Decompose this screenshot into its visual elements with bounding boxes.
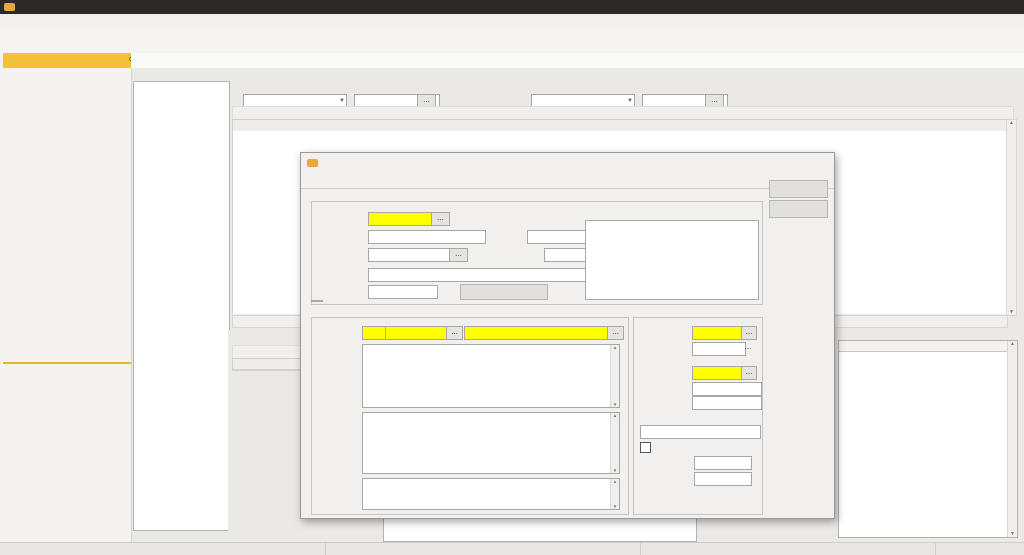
sidebar-divider [3, 362, 131, 364]
action-group: ... ... ▲▼ ▲▼ ▲▼ [311, 317, 629, 515]
app-logo-icon [4, 3, 15, 11]
scrollbar[interactable]: ▲▼ [610, 479, 619, 509]
app-window: ▼ ... ▼ ... ▲▼ ▲▼ [0, 0, 1024, 555]
target-textarea[interactable]: ▲▼ [362, 412, 620, 474]
action-text-browse-button[interactable]: ... [607, 326, 624, 340]
content-header [131, 53, 1024, 68]
status-bar [0, 542, 1024, 555]
planned-textarea[interactable]: ▲▼ [362, 344, 620, 408]
menu-bar [0, 14, 1024, 29]
sidebar-header [3, 53, 137, 68]
finding-field[interactable] [368, 248, 454, 262]
action-type-field[interactable] [385, 326, 451, 340]
responsible-browse-button[interactable]: ... [741, 326, 757, 340]
action-type-browse-button[interactable]: ... [446, 326, 463, 340]
part-objected-group: ... ... [311, 201, 763, 305]
ok-button[interactable] [769, 180, 828, 198]
responsible-group: ... ... ... [633, 317, 763, 515]
detail-list-header [839, 341, 1008, 352]
detail-side-panel: ▲▼ [838, 326, 1018, 543]
main-toolbar [0, 28, 1024, 54]
part-field[interactable] [368, 230, 486, 244]
failure-description-textarea[interactable] [585, 220, 759, 300]
responsible-field[interactable] [692, 326, 746, 340]
status-extra [935, 543, 1024, 555]
detail-scrollbar[interactable]: ▲▼ [1007, 341, 1017, 537]
navigation-tree [133, 81, 230, 531]
chevron-down-icon: ▼ [339, 96, 345, 106]
action-dialog: ... ... [300, 152, 835, 519]
dialog-logo-icon [307, 159, 318, 167]
status-station [325, 543, 647, 555]
group-by-bar[interactable] [232, 106, 1014, 120]
start-browse-button[interactable]: ... [741, 342, 755, 354]
scrollbar[interactable]: ▲▼ [610, 413, 619, 473]
chevron-down-icon: ▼ [627, 96, 633, 106]
table-vertical-scrollbar[interactable]: ▲▼ [1006, 119, 1017, 316]
send-date-field[interactable] [694, 456, 752, 470]
detail-list-box: ▲▼ [838, 340, 1018, 538]
start-date-field[interactable] [692, 342, 746, 356]
sidebar [0, 53, 132, 542]
status-database [640, 543, 942, 555]
serial-number-button[interactable] [460, 284, 548, 300]
title-bar [0, 0, 1024, 14]
description-field[interactable] [368, 268, 620, 282]
action-text-field[interactable] [464, 326, 612, 340]
state-field[interactable] [692, 366, 746, 380]
completed-textarea[interactable]: ▲▼ [362, 478, 620, 510]
dialog-body: ... ... [301, 188, 834, 519]
status-user [0, 543, 331, 555]
amount-field[interactable] [368, 285, 438, 299]
entered-date-field[interactable] [692, 396, 762, 410]
item-browse-button[interactable]: ... [431, 212, 450, 226]
finding-browse-button[interactable]: ... [449, 248, 468, 262]
scrollbar[interactable]: ▲▼ [610, 345, 619, 407]
state-browse-button[interactable]: ... [741, 366, 757, 380]
dialog-title-bar[interactable] [301, 153, 834, 173]
action-subtab[interactable] [311, 300, 323, 302]
email-field[interactable] [640, 425, 761, 439]
entered-by-field[interactable] [692, 382, 762, 396]
item-field[interactable] [368, 212, 436, 226]
cancel-button[interactable] [769, 200, 828, 218]
deadline-change-checkbox[interactable] [640, 442, 651, 453]
closing-date-field[interactable] [694, 472, 752, 486]
